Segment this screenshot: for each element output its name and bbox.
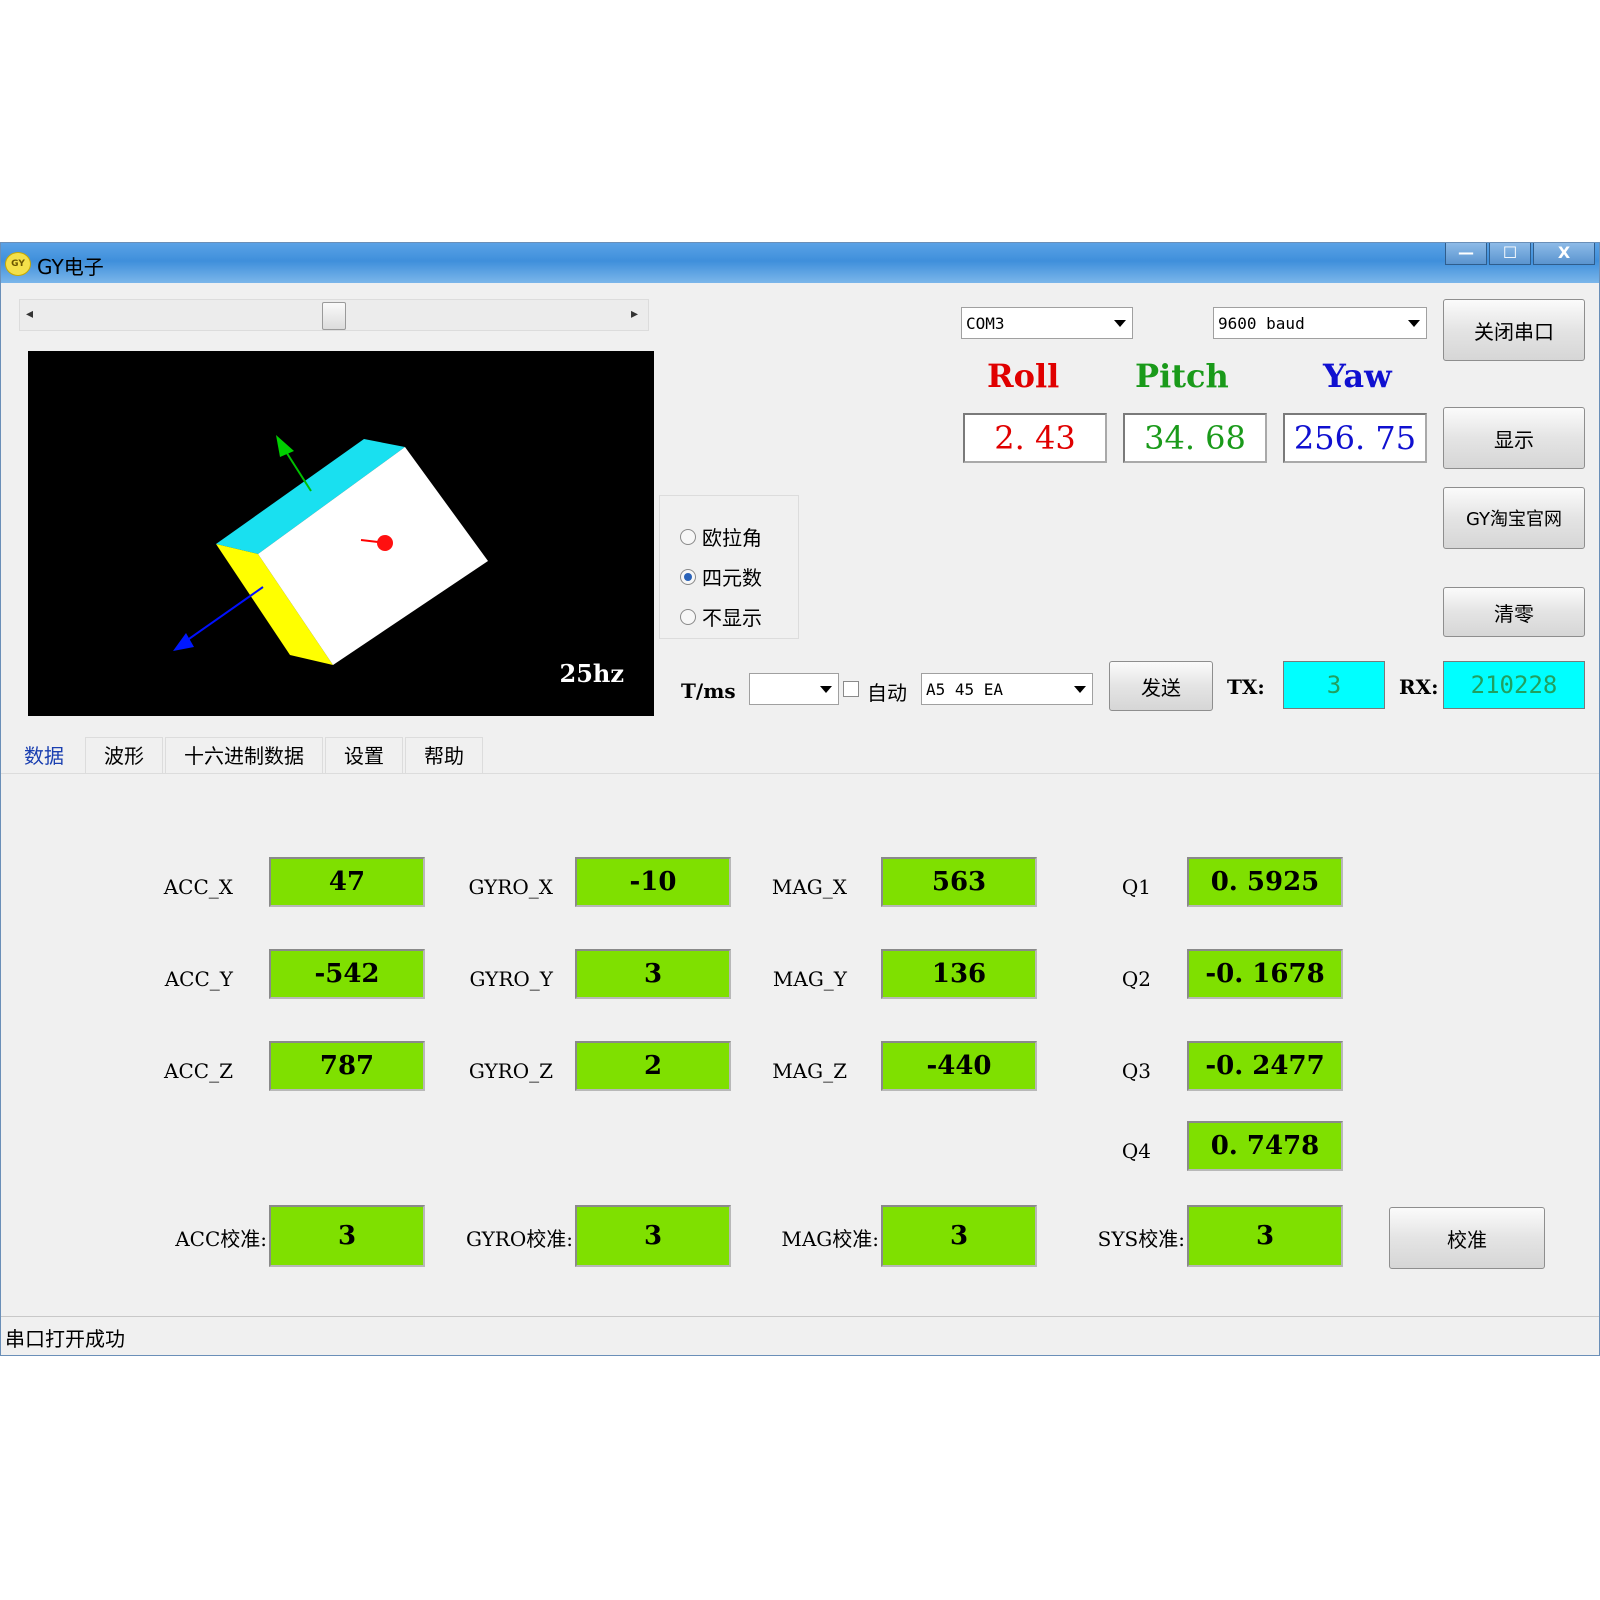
chevron-down-icon: [1408, 320, 1420, 327]
sys-cal-value: 3: [1187, 1205, 1343, 1267]
mag-z-label: MAG_Z: [772, 1059, 847, 1083]
gyro-x-label: GYRO_X: [468, 875, 553, 899]
pitch-label: Pitch: [1135, 357, 1229, 395]
chevron-down-icon: [820, 686, 832, 693]
roll-value: 2. 43: [963, 413, 1107, 463]
tab-bar: 数据 波形 十六进制数据 设置 帮助: [5, 737, 485, 773]
3d-view: 25hz: [28, 351, 654, 716]
z-axis-line: [185, 586, 264, 642]
taobao-button[interactable]: GY淘宝官网: [1443, 487, 1585, 549]
gyro-cal-label: GYRO校准:: [465, 1227, 573, 1251]
baud-rate-select[interactable]: 9600 baud: [1213, 307, 1427, 339]
acc-z-label: ACC_Z: [164, 1059, 233, 1083]
pitch-value: 34. 68: [1123, 413, 1267, 463]
radio-button[interactable]: [680, 608, 696, 625]
yaw-value: 256. 75: [1283, 413, 1427, 463]
sys-cal-label: SYS校准:: [1097, 1227, 1185, 1251]
gyro-cal-value: 3: [575, 1205, 731, 1267]
gyro-x-value: -10: [575, 857, 731, 907]
main-window: GY GY电子 — ☐ X ◂ ▸ 25hz COM3 9600 baud 关闭…: [0, 242, 1600, 1356]
q4-value: 0. 7478: [1187, 1121, 1343, 1171]
slider-thumb[interactable]: [322, 302, 346, 330]
mag-cal-value: 3: [881, 1205, 1037, 1267]
title-bar[interactable]: GY GY电子 — ☐ X: [1, 243, 1599, 283]
acc-cal-label: ACC校准:: [175, 1227, 267, 1251]
q3-label: Q3: [1121, 1059, 1151, 1083]
yaw-label: Yaw: [1323, 357, 1392, 395]
acc-x-value: 47: [269, 857, 425, 907]
mag-y-value: 136: [881, 949, 1037, 999]
x-axis-point: [377, 535, 393, 551]
radio-euler[interactable]: 欧拉角: [680, 522, 762, 551]
q1-label: Q1: [1121, 875, 1151, 899]
chevron-down-icon: [1074, 686, 1086, 693]
q3-value: -0. 2477: [1187, 1041, 1343, 1091]
radio-button-checked[interactable]: [680, 568, 696, 585]
z-axis-arrow: [173, 633, 194, 651]
tab-divider: [1, 773, 1599, 774]
mag-z-value: -440: [881, 1041, 1037, 1091]
slider-left-arrow-icon[interactable]: ◂: [26, 306, 33, 322]
display-mode-group: 欧拉角 四元数 不显示: [659, 495, 799, 639]
acc-z-value: 787: [269, 1041, 425, 1091]
app-logo-icon: GY: [5, 252, 31, 276]
tx-counter: 3: [1283, 661, 1385, 709]
clear-button[interactable]: 清零: [1443, 587, 1585, 637]
roll-label: Roll: [987, 357, 1060, 395]
tab-help[interactable]: 帮助: [405, 737, 483, 773]
com-port-select[interactable]: COM3: [961, 307, 1133, 339]
rx-label: RX:: [1399, 675, 1439, 699]
radio-hide[interactable]: 不显示: [680, 602, 762, 631]
radio-quaternion[interactable]: 四元数: [680, 562, 762, 591]
q2-value: -0. 1678: [1187, 949, 1343, 999]
calibrate-button[interactable]: 校准: [1389, 1207, 1545, 1269]
q2-label: Q2: [1121, 967, 1151, 991]
radio-button[interactable]: [680, 528, 696, 545]
gyro-z-value: 2: [575, 1041, 731, 1091]
display-button[interactable]: 显示: [1443, 407, 1585, 469]
mag-x-label: MAG_X: [771, 875, 847, 899]
refresh-rate: 25hz: [559, 659, 624, 688]
send-button[interactable]: 发送: [1109, 661, 1213, 711]
acc-y-label: ACC_Y: [164, 967, 233, 991]
acc-x-label: ACC_X: [163, 875, 233, 899]
gyro-y-label: GYRO_Y: [469, 967, 554, 991]
period-select[interactable]: [749, 673, 839, 705]
tx-label: TX:: [1227, 675, 1265, 699]
status-message: 串口打开成功: [5, 1327, 125, 1351]
acc-y-value: -542: [269, 949, 425, 999]
mag-cal-label: MAG校准:: [781, 1227, 879, 1251]
minimize-button[interactable]: —: [1445, 243, 1487, 265]
tab-waveform[interactable]: 波形: [85, 737, 163, 773]
q4-label: Q4: [1121, 1139, 1151, 1163]
acc-cal-value: 3: [269, 1205, 425, 1267]
tab-data[interactable]: 数据: [5, 737, 83, 773]
gyro-z-label: GYRO_Z: [468, 1059, 553, 1083]
auto-checkbox[interactable]: [843, 681, 859, 697]
command-select[interactable]: A5 45 EA: [921, 673, 1093, 705]
tab-settings[interactable]: 设置: [325, 737, 403, 773]
status-bar: 串口打开成功: [1, 1316, 1599, 1355]
period-label: T/ms: [681, 679, 736, 703]
close-button[interactable]: X: [1533, 243, 1595, 265]
mag-x-value: 563: [881, 857, 1037, 907]
maximize-button[interactable]: ☐: [1489, 243, 1531, 265]
rx-counter: 210228: [1443, 661, 1585, 709]
view-slider[interactable]: ◂ ▸: [19, 299, 649, 331]
q1-value: 0. 5925: [1187, 857, 1343, 907]
gyro-y-value: 3: [575, 949, 731, 999]
y-axis-arrow: [276, 435, 294, 457]
tab-hex-data[interactable]: 十六进制数据: [165, 737, 323, 773]
chevron-down-icon: [1114, 320, 1126, 327]
close-serial-button[interactable]: 关闭串口: [1443, 299, 1585, 361]
window-title: GY电子: [37, 255, 104, 279]
slider-right-arrow-icon[interactable]: ▸: [631, 306, 638, 322]
auto-label: 自动: [867, 681, 907, 705]
mag-y-label: MAG_Y: [772, 967, 847, 991]
